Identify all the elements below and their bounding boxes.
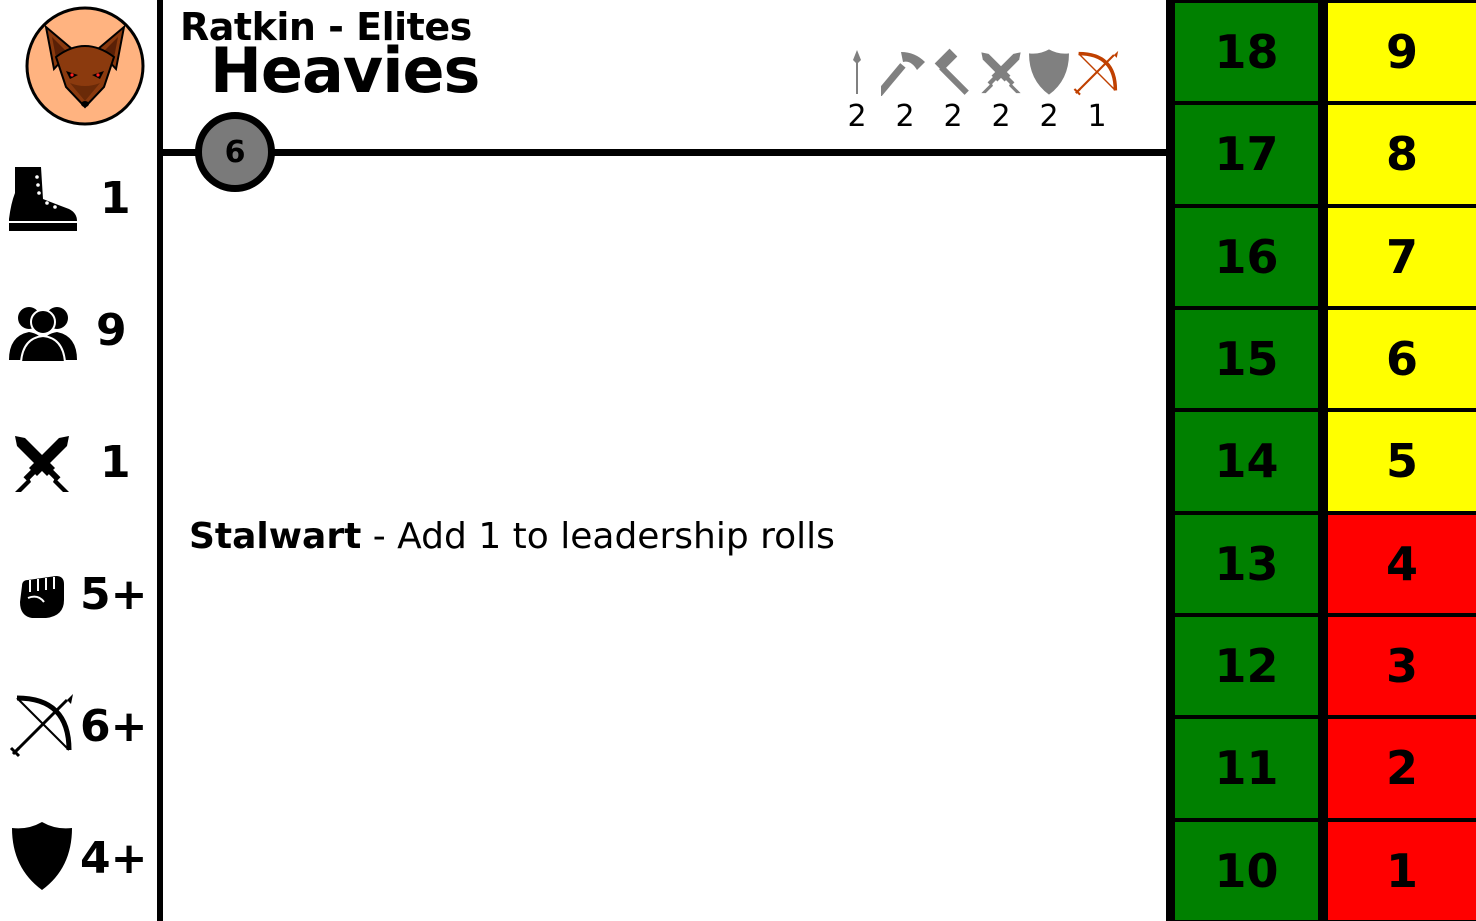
move-value: 1 (100, 173, 131, 224)
stat-unit-size: 9 (0, 292, 158, 372)
wound-track: 18 17 16 15 14 13 12 11 10 9 8 7 6 5 4 3 2 1 (1172, 0, 1476, 921)
track-cell-right: 5 (1328, 412, 1476, 511)
cost-badge: 6 (195, 112, 275, 192)
boot-icon (9, 167, 77, 231)
track-cell-right: 2 (1328, 719, 1476, 818)
stat-melee: 5+ (0, 556, 158, 636)
special-rule: Stalwart - Add 1 to leadership rolls (189, 519, 835, 555)
track-cell-left: 15 (1175, 310, 1318, 409)
header-rule (160, 149, 1168, 156)
swords-count: 2 (991, 99, 1011, 134)
track-cell-left: 14 (1175, 412, 1318, 511)
unit-size-value: 9 (96, 305, 127, 356)
track-cell-left: 17 (1175, 105, 1318, 204)
axe-count: 2 (895, 99, 915, 134)
equipment-hammer: 2 (929, 48, 977, 138)
equipment-bow: 1 (1073, 48, 1121, 138)
ranged-value: 6+ (80, 701, 148, 752)
stat-attacks: 1 (0, 424, 158, 504)
cost-value: 6 (224, 134, 246, 170)
track-cell-left: 11 (1175, 719, 1318, 818)
unit-name: Heavies (210, 34, 480, 107)
fist-icon (20, 576, 64, 618)
spear-icon (853, 50, 861, 94)
equipment-shield: 2 (1025, 48, 1073, 138)
track-cell-right: 3 (1328, 617, 1476, 716)
track-cell-left: 12 (1175, 617, 1318, 716)
armour-value: 4+ (80, 833, 148, 884)
hammer-count: 2 (943, 99, 963, 134)
shield-icon (12, 822, 72, 890)
group-icon (9, 307, 77, 363)
equipment-axe: 2 (881, 48, 929, 138)
attacks-value: 1 (100, 437, 131, 488)
track-cell-right: 7 (1328, 207, 1476, 306)
stat-column: 1 9 1 5+ 6+ 4+ (0, 0, 158, 921)
rule-name: Stalwart (189, 516, 362, 557)
hammer-icon (933, 48, 969, 95)
track-cell-right: 8 (1328, 105, 1476, 204)
rule-description: - Add 1 to leadership rolls (361, 516, 835, 557)
bow-count: 1 (1087, 99, 1107, 134)
shield-icon (1029, 49, 1069, 95)
track-cell-left: 16 (1175, 207, 1318, 306)
crossed-swords-icon (15, 436, 69, 492)
melee-value: 5+ (80, 569, 148, 620)
bow-icon (1073, 50, 1119, 96)
spear-count: 2 (847, 99, 867, 134)
track-cell-right: 1 (1328, 821, 1476, 920)
track-cell-left: 10 (1175, 821, 1318, 920)
axe-icon (881, 52, 925, 96)
stat-move: 1 (0, 160, 158, 240)
ratkin-faction-icon (25, 6, 145, 126)
track-cell-right: 9 (1328, 3, 1476, 102)
crossed-swords-icon (981, 52, 1021, 94)
track-cell-left: 18 (1175, 3, 1318, 102)
left-divider (157, 0, 163, 921)
stat-ranged: 6+ (0, 688, 158, 768)
equipment-swords: 2 (977, 48, 1025, 138)
track-cell-right: 6 (1328, 310, 1476, 409)
equipment-spear: 2 (833, 48, 881, 138)
track-cell-left: 13 (1175, 514, 1318, 613)
bow-icon (9, 694, 73, 758)
stat-armour: 4+ (0, 820, 158, 900)
track-cell-right: 4 (1328, 514, 1476, 613)
shield-count: 2 (1039, 99, 1059, 134)
